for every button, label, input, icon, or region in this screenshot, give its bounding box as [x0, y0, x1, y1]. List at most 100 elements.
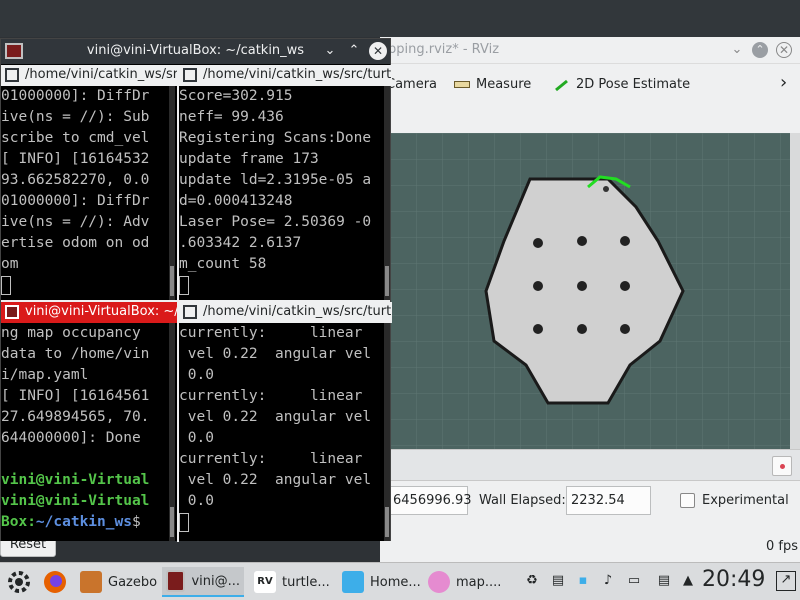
- close-icon[interactable]: ✕: [776, 42, 792, 58]
- pane-scrollbar[interactable]: [384, 86, 390, 300]
- rviz-title: pping.rviz* - RViz: [388, 42, 500, 57]
- pose-estimate-label: 2D Pose Estimate: [576, 77, 691, 92]
- rviz-scrollbar[interactable]: [790, 133, 800, 449]
- pane-scrollbar[interactable]: [169, 323, 175, 541]
- pose-estimate-tool[interactable]: 2D Pose Estimate: [554, 77, 690, 92]
- green-arrow-icon: [555, 79, 568, 91]
- chevron-right-icon[interactable]: ›: [780, 72, 787, 93]
- terminal-cursor-line: [179, 275, 384, 296]
- terminal-line: .603342 2.6137: [179, 235, 302, 251]
- robot-marker: [603, 186, 609, 192]
- terminal-line: 27.649894565, 70.: [1, 409, 150, 425]
- gear-icon: [8, 571, 30, 593]
- pane-tab-bottom-left[interactable]: vini@vini-VirtualBox: ~/ca: [1, 302, 177, 323]
- terminal-line: ng map occupancy: [1, 325, 141, 341]
- minimize-icon[interactable]: ⌄: [728, 41, 746, 59]
- show-desktop-icon[interactable]: ↗: [776, 571, 796, 591]
- firefox-launcher[interactable]: [38, 567, 72, 597]
- maximize-icon[interactable]: ⌃: [345, 42, 363, 60]
- pane-scrollbar[interactable]: [384, 323, 390, 541]
- rviz-statusbar: 0 fps: [380, 521, 800, 562]
- measure-tool-label: Measure: [476, 77, 532, 92]
- terminal-line: 0.0: [179, 367, 214, 383]
- camera-tool-label: Camera: [386, 77, 438, 92]
- pane-tab-label: /home/vini/catkin_ws/src: [25, 67, 177, 82]
- terminal-line: update ld=2.3195e-05 a: [179, 172, 372, 188]
- network-icon[interactable]: ▤: [656, 573, 672, 589]
- camera-tool[interactable]: Camera: [386, 77, 437, 92]
- volume-icon[interactable]: ♪: [600, 573, 616, 589]
- clipboard-icon[interactable]: ▤: [550, 573, 566, 589]
- terminal-tab-icon: [183, 305, 197, 319]
- maximize-icon[interactable]: ⌃: [752, 42, 768, 58]
- terminal-cursor-line: [179, 512, 384, 533]
- app-launcher-button[interactable]: [2, 567, 36, 597]
- wall-elapsed-field[interactable]: 2232.54: [566, 486, 651, 515]
- task-terminal[interactable]: vini@...: [162, 567, 244, 597]
- terminal-line: om: [1, 256, 19, 272]
- pane-tab-label: /home/vini/catkin_ws/src/turtle: [203, 67, 392, 82]
- terminal-line: ertise odom on od: [1, 235, 150, 251]
- terminal-line: data to /home/vin: [1, 346, 150, 362]
- minimize-icon[interactable]: ⌄: [321, 42, 339, 60]
- tray-expand-icon[interactable]: ▲: [680, 573, 696, 589]
- terminal-line: ive(ns = //): Sub: [1, 109, 150, 125]
- pane-top-right[interactable]: Score=302.915 neff= 99.436 Registering S…: [179, 86, 384, 300]
- close-icon[interactable]: ✕: [369, 42, 387, 60]
- pane-tab-bottom-right[interactable]: /home/vini/catkin_ws/src/turtle: [179, 302, 392, 323]
- image-viewer-icon: [428, 571, 450, 593]
- terminal-line: currently: linear: [179, 388, 363, 404]
- measure-tool[interactable]: Measure: [454, 77, 531, 92]
- prompt-line: Box:~/catkin_ws$: [1, 512, 177, 533]
- battery-icon[interactable]: ▭: [626, 573, 642, 589]
- terminal-line: [ INFO] [16164532: [1, 151, 150, 167]
- clock[interactable]: 20:49: [702, 567, 765, 592]
- terminal-line: Registering Scans:Done: [179, 130, 372, 146]
- notifications-icon[interactable]: ▪: [575, 573, 591, 589]
- terminal-line: d=0.000413248: [179, 193, 293, 209]
- fps-readout: 0 fps: [765, 539, 798, 554]
- pane-tab-top-left[interactable]: /home/vini/catkin_ws/src: [1, 65, 177, 86]
- rviz-panel-strip: [380, 449, 800, 481]
- terminal-line: neff= 99.436: [179, 109, 284, 125]
- prompt-line: vini@vini-Virtual: [1, 472, 150, 488]
- terminal-tab-icon: [183, 68, 197, 82]
- terminal-line: 01000000]: DiffDr: [1, 88, 150, 104]
- terminal-line: currently: linear: [179, 451, 363, 467]
- ros-elapsed-field[interactable]: 6456996.93: [388, 486, 472, 515]
- rviz-titlebar[interactable]: pping.rviz* - RViz ⌄ ⌃ ✕: [380, 37, 800, 64]
- terminal-titlebar[interactable]: vini@vini-VirtualBox: ~/catkin_ws ⌄ ⌃ ✕: [1, 39, 390, 64]
- terminal-cursor-line: [1, 275, 177, 296]
- pane-top-left[interactable]: 01000000]: DiffDr ive(ns = //): Sub scri…: [1, 86, 177, 300]
- pane-bottom-right[interactable]: currently: linear vel 0.22 angular vel 0…: [179, 323, 384, 541]
- pane-scrollbar[interactable]: [169, 86, 175, 300]
- folder-icon: [342, 571, 364, 593]
- wall-elapsed-label: Wall Elapsed:: [479, 493, 566, 508]
- task-label: turtle...: [282, 574, 330, 590]
- task-label: Home...: [370, 574, 421, 590]
- terminal-line: 644000000]: Done: [1, 430, 141, 446]
- terminal-line: 0.0: [179, 430, 214, 446]
- pane-tab-top-right[interactable]: /home/vini/catkin_ws/src/turtle: [179, 65, 392, 86]
- terminal-cursor: [179, 512, 189, 532]
- task-file-manager[interactable]: Home...: [338, 567, 425, 597]
- task-image-viewer[interactable]: map....: [424, 567, 505, 597]
- task-gazebo[interactable]: Gazebo: [76, 567, 161, 597]
- panel-close-button[interactable]: [772, 456, 792, 476]
- task-label: Gazebo: [108, 574, 158, 590]
- rviz-3d-view[interactable]: [390, 133, 800, 449]
- terminal-tab-icon: [5, 305, 19, 319]
- terminal-line: vel 0.22 angular vel: [179, 346, 372, 362]
- task-rviz[interactable]: RV turtle...: [250, 567, 334, 597]
- taskbar: Gazebo vini@... RV turtle... Home... map…: [0, 562, 800, 600]
- terminal-cursor: [179, 275, 189, 295]
- terminal-line: m_count 58: [179, 256, 267, 272]
- pane-bottom-left[interactable]: ng map occupancy data to /home/vin i/map…: [1, 323, 177, 541]
- terminal-cursor: [1, 275, 11, 295]
- experimental-checkbox[interactable]: [680, 493, 695, 508]
- updates-icon[interactable]: ♻: [524, 573, 540, 589]
- pane-tab-label: vini@vini-VirtualBox: ~/ca: [25, 304, 177, 319]
- terminal-line: 0.0: [179, 493, 214, 509]
- prompt-symbol: $: [131, 514, 141, 530]
